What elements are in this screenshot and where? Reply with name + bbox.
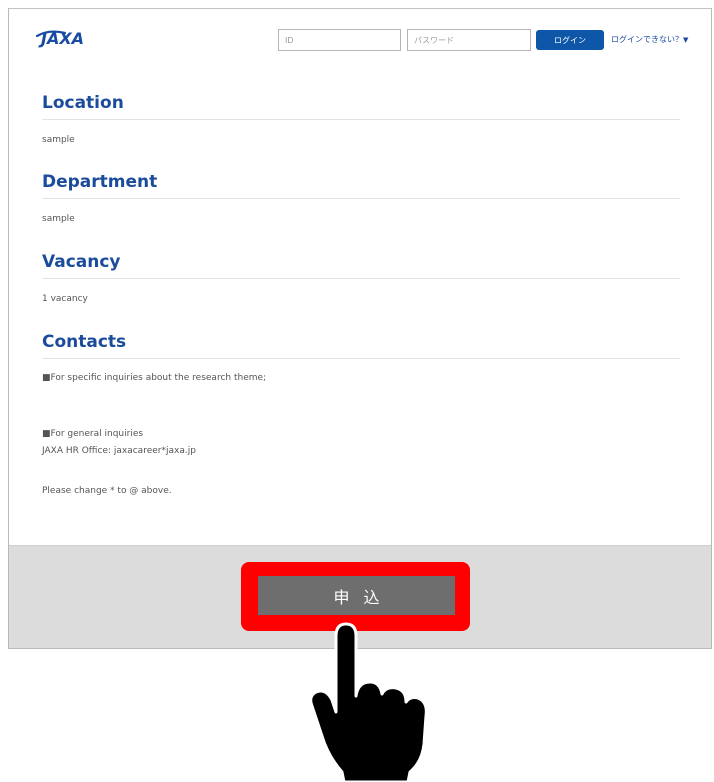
location-heading: Location [42,92,680,120]
vacancy-heading: Vacancy [42,251,680,279]
contacts-note: Please change * to @ above. [42,486,172,496]
jaxa-logo[interactable]: JAXA [35,19,91,51]
password-input[interactable] [407,29,531,51]
caret-down-icon: ▼ [683,36,689,44]
contacts-specific: ■For specific inquiries about the resear… [42,373,267,383]
browser-window: JAXA ログイン ログインできない？▼ Location sample Dep… [8,8,712,649]
site-header: JAXA ログイン ログインできない？▼ [9,8,711,67]
id-input[interactable] [278,29,401,51]
vacancy-value: 1 vacancy [42,294,88,304]
cannot-login-link[interactable]: ログインできない？▼ [611,34,688,45]
location-value: sample [42,135,75,145]
department-heading: Department [42,171,680,199]
contacts-general: ■For general inquiries [42,429,144,439]
cannot-login-label: ログインできない？ [611,35,683,44]
login-button[interactable]: ログイン [536,30,604,50]
contacts-office: JAXA HR Office: jaxacareer*jaxa.jp [42,446,196,456]
department-value: sample [42,214,75,224]
logo-text: JAXA [38,29,84,48]
apply-button[interactable]: 申込 [258,576,455,615]
pointing-hand-icon [309,622,428,782]
contacts-heading: Contacts [42,331,680,359]
